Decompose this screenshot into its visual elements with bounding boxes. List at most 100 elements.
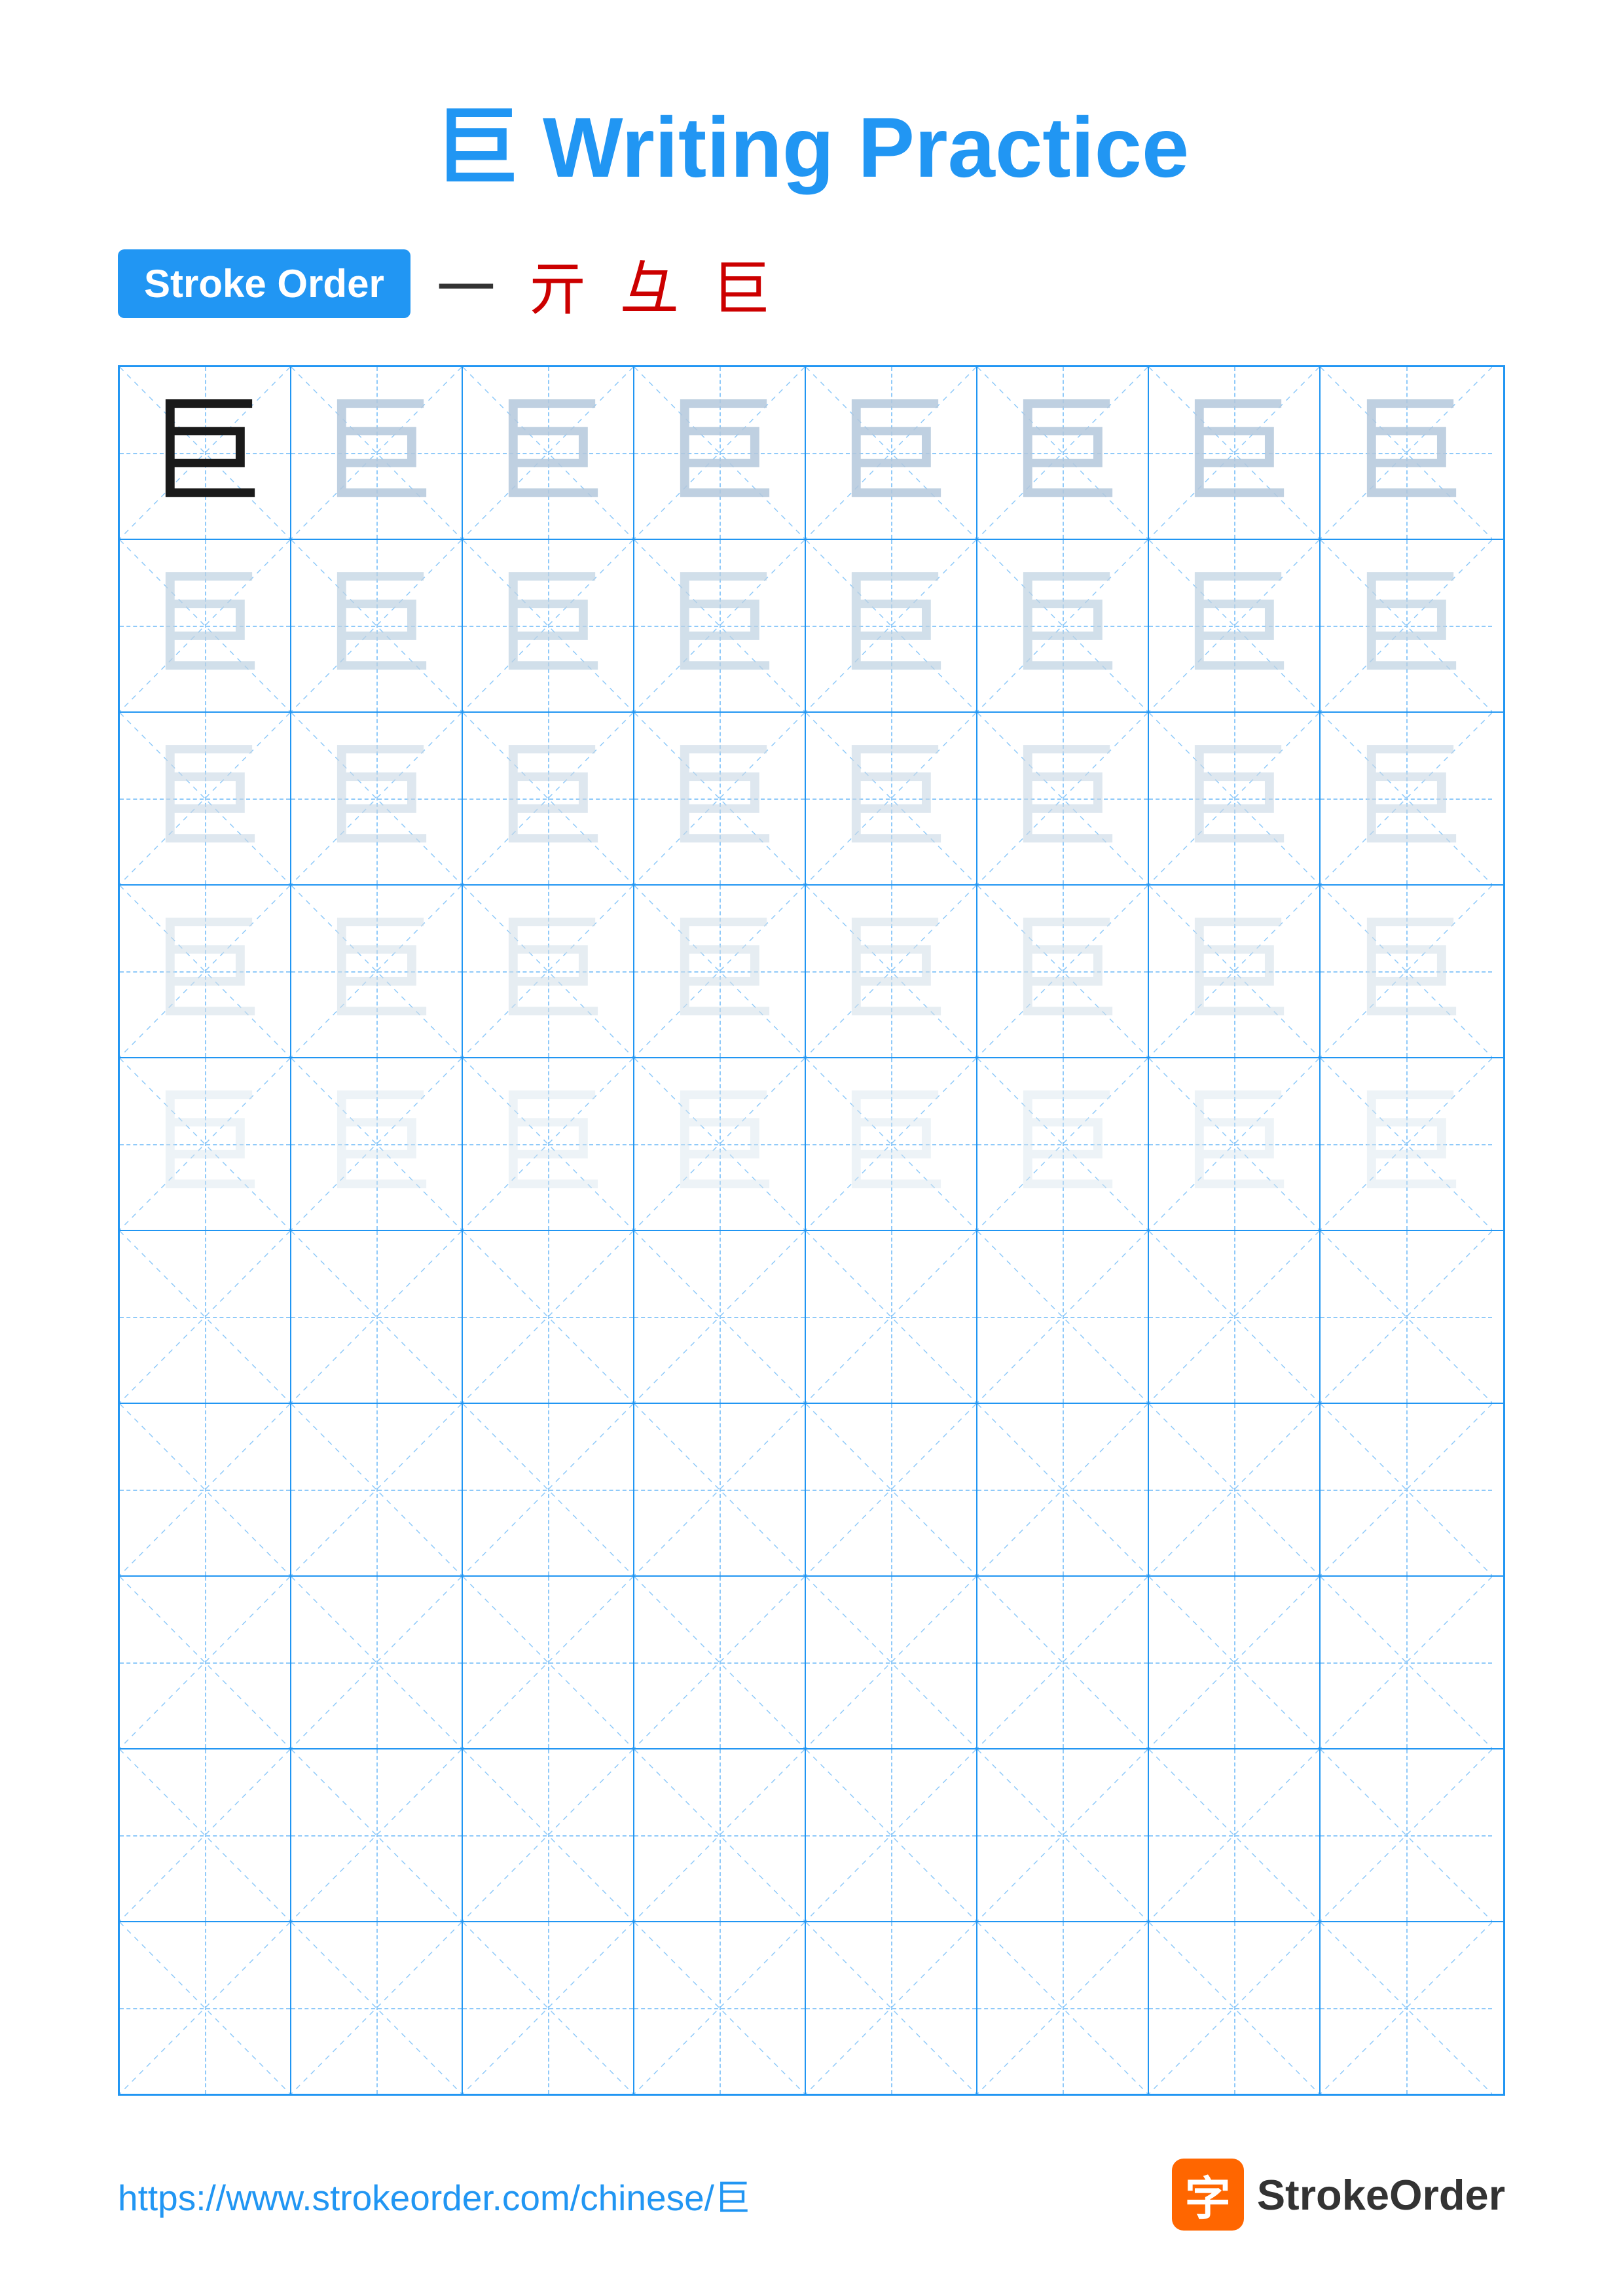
grid-cell[interactable]: 巨: [1149, 540, 1321, 711]
grid-cell[interactable]: 巨: [977, 540, 1149, 711]
grid-cell[interactable]: [1321, 1231, 1492, 1403]
grid-cell[interactable]: 巨: [291, 540, 463, 711]
grid-cell[interactable]: 巨: [977, 367, 1149, 539]
grid-cell[interactable]: [634, 1749, 806, 1921]
grid-cell[interactable]: [291, 1577, 463, 1748]
grid-cell[interactable]: 巨: [1321, 1058, 1492, 1230]
grid-cell[interactable]: 巨: [977, 1058, 1149, 1230]
grid-cell[interactable]: [806, 1231, 977, 1403]
grid-cell[interactable]: 巨: [463, 713, 634, 884]
grid-cell[interactable]: 巨: [1149, 886, 1321, 1057]
grid-cell[interactable]: 巨: [977, 886, 1149, 1057]
footer-url-link[interactable]: https://www.strokeorder.com/chinese/巨: [118, 2168, 750, 2221]
grid-cell[interactable]: 巨: [120, 713, 291, 884]
grid-row: 巨 巨 巨 巨 巨 巨 巨 巨: [120, 886, 1503, 1058]
grid-cell[interactable]: [1321, 1749, 1492, 1921]
grid-cell[interactable]: 巨: [634, 713, 806, 884]
grid-cell[interactable]: [977, 1577, 1149, 1748]
stroke-order-badge: Stroke Order: [118, 249, 410, 318]
grid-cell[interactable]: [806, 1577, 977, 1748]
grid-cell[interactable]: 巨: [291, 886, 463, 1057]
grid-cell[interactable]: [806, 1404, 977, 1575]
grid-cell[interactable]: 巨: [291, 367, 463, 539]
grid-cell[interactable]: 巨: [806, 886, 977, 1057]
grid-cell[interactable]: [291, 1749, 463, 1921]
grid-cell[interactable]: 巨: [1321, 540, 1492, 711]
brand-icon: 字: [1172, 2159, 1244, 2231]
footer: https://www.strokeorder.com/chinese/巨 字 …: [0, 2159, 1623, 2231]
grid-cell[interactable]: 巨: [806, 367, 977, 539]
grid-cell[interactable]: 巨: [634, 1058, 806, 1230]
grid-cell[interactable]: 巨: [463, 886, 634, 1057]
grid-cell[interactable]: [806, 1749, 977, 1921]
practice-char: 巨: [146, 567, 264, 685]
grid-cell[interactable]: [463, 1749, 634, 1921]
practice-grid: 巨 巨 巨 巨: [118, 365, 1505, 2096]
grid-cell[interactable]: [634, 1404, 806, 1575]
grid-cell[interactable]: [463, 1404, 634, 1575]
practice-char: 巨: [661, 567, 778, 685]
grid-cell[interactable]: [1321, 1404, 1492, 1575]
practice-char: 巨: [489, 567, 607, 685]
grid-cell[interactable]: 巨: [806, 540, 977, 711]
grid-cell[interactable]: [120, 1749, 291, 1921]
grid-cell[interactable]: [977, 1404, 1149, 1575]
grid-cell[interactable]: [1149, 1922, 1321, 2094]
grid-cell[interactable]: 巨: [291, 713, 463, 884]
grid-cell[interactable]: 巨: [120, 1058, 291, 1230]
grid-cell[interactable]: [977, 1749, 1149, 1921]
grid-row: [120, 1749, 1503, 1922]
grid-cell[interactable]: [634, 1231, 806, 1403]
grid-cell[interactable]: 巨: [1321, 367, 1492, 539]
grid-cell[interactable]: [120, 1577, 291, 1748]
grid-cell[interactable]: 巨: [634, 367, 806, 539]
grid-cell[interactable]: 巨: [634, 886, 806, 1057]
grid-cell[interactable]: 巨: [291, 1058, 463, 1230]
grid-cell[interactable]: [1321, 1577, 1492, 1748]
grid-cell[interactable]: [977, 1922, 1149, 2094]
grid-cell[interactable]: 巨: [120, 886, 291, 1057]
grid-row: [120, 1577, 1503, 1749]
grid-cell[interactable]: 巨: [806, 1058, 977, 1230]
grid-cell[interactable]: [291, 1922, 463, 2094]
grid-cell[interactable]: [1149, 1749, 1321, 1921]
grid-cell[interactable]: [806, 1922, 977, 2094]
grid-cell[interactable]: 巨: [806, 713, 977, 884]
practice-char: 巨: [661, 394, 778, 512]
grid-cell[interactable]: 巨: [463, 540, 634, 711]
practice-char: 巨: [318, 740, 435, 857]
grid-cell[interactable]: [1149, 1404, 1321, 1575]
grid-cell[interactable]: [463, 1577, 634, 1748]
grid-cell[interactable]: [1149, 1577, 1321, 1748]
practice-char: 巨: [489, 912, 607, 1030]
grid-cell[interactable]: [1321, 1922, 1492, 2094]
grid-cell[interactable]: 巨: [463, 1058, 634, 1230]
grid-cell[interactable]: 巨: [1149, 367, 1321, 539]
grid-row: 巨 巨 巨 巨 巨 巨 巨 巨: [120, 540, 1503, 713]
grid-cell[interactable]: 巨: [977, 713, 1149, 884]
grid-cell[interactable]: 巨: [1149, 713, 1321, 884]
grid-cell[interactable]: 巨: [634, 540, 806, 711]
practice-char: 巨: [318, 1085, 435, 1203]
practice-char: 巨: [318, 912, 435, 1030]
grid-cell[interactable]: [120, 1922, 291, 2094]
grid-cell[interactable]: [120, 1404, 291, 1575]
grid-cell[interactable]: 巨: [120, 367, 291, 539]
grid-cell[interactable]: [463, 1231, 634, 1403]
grid-cell[interactable]: [634, 1922, 806, 2094]
grid-cell[interactable]: [120, 1231, 291, 1403]
grid-cell[interactable]: [977, 1231, 1149, 1403]
grid-cell[interactable]: [634, 1577, 806, 1748]
grid-cell[interactable]: 巨: [1321, 713, 1492, 884]
grid-cell[interactable]: [1149, 1231, 1321, 1403]
practice-char: 巨: [832, 740, 950, 857]
practice-char: 巨: [832, 1085, 950, 1203]
practice-char: 巨: [661, 740, 778, 857]
grid-cell[interactable]: 巨: [1149, 1058, 1321, 1230]
grid-cell[interactable]: [463, 1922, 634, 2094]
grid-cell[interactable]: 巨: [463, 367, 634, 539]
grid-cell[interactable]: [291, 1404, 463, 1575]
grid-cell[interactable]: [291, 1231, 463, 1403]
grid-cell[interactable]: 巨: [1321, 886, 1492, 1057]
grid-cell[interactable]: 巨: [120, 540, 291, 711]
